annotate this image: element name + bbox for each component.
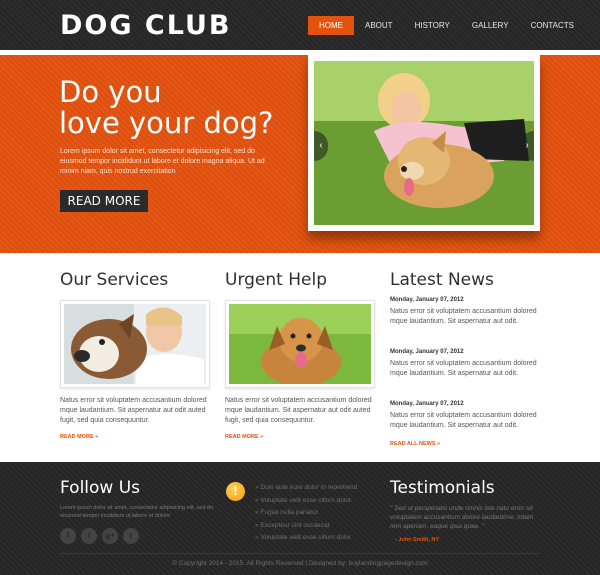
footer-link[interactable]: Duis aute irure dolor in reprehend — [255, 482, 357, 495]
urgent-help-text: Natus error sit voluptatem accusantium d… — [225, 397, 372, 424]
news-date: Monday, January 07, 2012 — [390, 401, 464, 407]
hero-title-line-1: Do you — [59, 75, 162, 109]
testimonials-title: Testimonials — [390, 478, 495, 498]
nav-item-history[interactable]: HISTORY — [404, 16, 461, 35]
services-text: Natus error sit voluptatem accusantium d… — [60, 397, 207, 424]
site-logo[interactable]: DOG CLUB — [60, 10, 232, 41]
hero-slider: ‹ › — [308, 55, 540, 231]
nav-item-gallery[interactable]: GALLERY — [461, 16, 520, 35]
footer-link[interactable]: Voluptate velit esse cillum dolor. — [255, 495, 357, 508]
urgent-help-title: Urgent Help — [225, 270, 327, 290]
urgent-help-photo-illustration — [229, 304, 371, 384]
news-date: Monday, January 07, 2012 — [390, 349, 464, 355]
footer-links: Duis aute irure dolor in reprehend Volup… — [255, 482, 357, 545]
news-item[interactable]: Monday, January 07, 2012 Natus error sit… — [390, 401, 542, 431]
services-photo-illustration — [64, 304, 206, 384]
news-item[interactable]: Monday, January 07, 2012 Natus error sit… — [390, 349, 542, 379]
site-footer: Follow Us Lorem ipsum dolor sit amet, co… — [0, 462, 600, 575]
news-item[interactable]: Monday, January 07, 2012 Natus error sit… — [390, 297, 542, 327]
site-header: DOG CLUB HOME ABOUT HISTORY GALLERY CONT… — [0, 0, 600, 50]
services-title: Our Services — [60, 270, 169, 290]
testimonial-quote: " Sed ut perspiciatis unde omnis iste na… — [390, 505, 534, 530]
follow-us-title: Follow Us — [60, 478, 141, 498]
services-column: Our Services Natus error sit voluptatem … — [60, 270, 210, 440]
copyright-text: © Copyright 2014 - 2015. All Rights Rese… — [172, 560, 428, 567]
hero-photo-illustration — [314, 61, 534, 225]
testimonial-author: - John Smith, NY — [395, 537, 439, 543]
footer-divider — [60, 553, 540, 554]
urgent-help-thumbnail[interactable] — [225, 300, 375, 388]
services-photo — [64, 304, 206, 384]
urgent-help-photo — [229, 304, 371, 384]
hero-title-line-2: love your dog? — [59, 106, 274, 140]
news-text: Natus error sit voluptatem accusantium d… — [390, 308, 537, 325]
main-nav: HOME ABOUT HISTORY GALLERY CONTACTS — [308, 16, 585, 35]
services-thumbnail[interactable] — [60, 300, 210, 388]
hero-text: Lorem ipsum dolor sit amet, consectetur … — [60, 148, 265, 175]
rss-icon[interactable]: r — [123, 528, 139, 544]
social-links: f t g+ r — [60, 528, 139, 544]
news-text: Natus error sit voluptatem accusantium d… — [390, 360, 537, 377]
urgent-help-read-more-link[interactable]: READ MORE » — [225, 434, 263, 440]
read-all-news-link[interactable]: READ ALL NEWS » — [390, 441, 440, 447]
nav-item-contacts[interactable]: CONTACTS — [520, 16, 585, 35]
hero-banner: Do you love your dog? Lorem ipsum dolor … — [0, 55, 600, 253]
hero-photo-woman-with-dog: ‹ › — [314, 61, 534, 225]
alert-icon: ! — [226, 482, 245, 501]
latest-news-column: Latest News Monday, January 07, 2012 Nat… — [390, 270, 542, 447]
google-plus-icon[interactable]: g+ — [102, 528, 118, 544]
news-date: Monday, January 07, 2012 — [390, 297, 464, 303]
footer-link[interactable]: Voluptate velit esse cillum dolor — [255, 532, 357, 545]
twitter-icon[interactable]: t — [81, 528, 97, 544]
latest-news-title: Latest News — [390, 270, 494, 290]
footer-link[interactable]: Excepteur sint occaecat — [255, 520, 357, 533]
news-text: Natus error sit voluptatem accusantium d… — [390, 412, 537, 429]
read-more-button[interactable]: READ MORE — [60, 190, 148, 212]
facebook-icon[interactable]: f — [60, 528, 76, 544]
hero-title: Do you love your dog? — [59, 77, 299, 139]
footer-link[interactable]: Fugiat nulla pariatur. — [255, 507, 357, 520]
nav-item-about[interactable]: ABOUT — [354, 16, 404, 35]
nav-item-home[interactable]: HOME — [308, 16, 354, 35]
services-read-more-link[interactable]: READ MORE » — [60, 434, 98, 440]
urgent-help-column: Urgent Help Natus error sit voluptatem a… — [225, 270, 375, 440]
follow-us-text: Lorem ipsum dolor sit amet, consectetur … — [60, 505, 214, 519]
